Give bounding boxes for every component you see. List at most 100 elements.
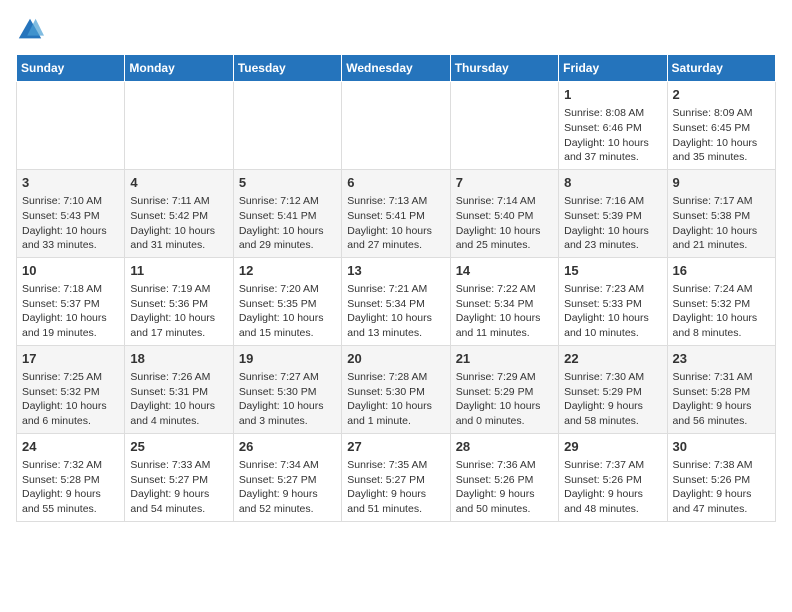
- calendar-cell: 17 Sunrise: 7:25 AMSunset: 5:32 PMDayligh…: [17, 345, 125, 433]
- day-info: Sunrise: 7:13 AMSunset: 5:41 PMDaylight:…: [347, 194, 444, 253]
- calendar-cell: 7Sunrise: 7:14 AMSunset: 5:40 PMDaylight…: [450, 169, 558, 257]
- calendar-cell: 22 Sunrise: 7:30 AMSunset: 5:29 PMDayligh…: [559, 345, 667, 433]
- weekday-row: SundayMondayTuesdayWednesdayThursdayFrid…: [17, 55, 776, 82]
- day-number: 2: [673, 86, 770, 104]
- weekday-header-tuesday: Tuesday: [233, 55, 341, 82]
- calendar-cell: 19Sunrise: 7:27 AMSunset: 5:30 PMDayligh…: [233, 345, 341, 433]
- calendar-cell: 20Sunrise: 7:28 AMSunset: 5:30 PMDayligh…: [342, 345, 450, 433]
- calendar-cell: 5 Sunrise: 7:12 AMSunset: 5:41 PMDaylight…: [233, 169, 341, 257]
- day-info: Sunrise: 7:38 AMSunset: 5:26 PMDaylight:…: [673, 458, 770, 517]
- day-info: Sunrise: 7:35 AMSunset: 5:27 PMDaylight:…: [347, 458, 444, 517]
- weekday-header-thursday: Thursday: [450, 55, 558, 82]
- calendar-cell: 1 Sunrise: 8:08 AMSunset: 6:46 PMDaylight…: [559, 82, 667, 170]
- calendar-cell: 30 Sunrise: 7:38 AMSunset: 5:26 PMDayligh…: [667, 433, 775, 521]
- calendar-week-2: 10 Sunrise: 7:18 AMSunset: 5:37 PMDayligh…: [17, 257, 776, 345]
- day-info: Sunrise: 7:16 AMSunset: 5:39 PMDaylight:…: [564, 194, 661, 253]
- calendar-cell: 12 Sunrise: 7:20 AMSunset: 5:35 PMDayligh…: [233, 257, 341, 345]
- day-number: 23: [673, 350, 770, 368]
- calendar-cell: 18 Sunrise: 7:26 AMSunset: 5:31 PMDayligh…: [125, 345, 233, 433]
- calendar-cell: 14 Sunrise: 7:22 AMSunset: 5:34 PMDayligh…: [450, 257, 558, 345]
- day-number: 14: [456, 262, 553, 280]
- calendar-cell: 4Sunrise: 7:11 AMSunset: 5:42 PMDaylight…: [125, 169, 233, 257]
- day-number: 15: [564, 262, 661, 280]
- day-info: Sunrise: 7:30 AMSunset: 5:29 PMDaylight:…: [564, 370, 661, 429]
- day-number: 25: [130, 438, 227, 456]
- day-info: Sunrise: 7:22 AMSunset: 5:34 PMDaylight:…: [456, 282, 553, 341]
- day-number: 22: [564, 350, 661, 368]
- day-info: Sunrise: 7:12 AMSunset: 5:41 PMDaylight:…: [239, 194, 336, 253]
- calendar-cell: 16 Sunrise: 7:24 AMSunset: 5:32 PMDayligh…: [667, 257, 775, 345]
- day-info: Sunrise: 7:18 AMSunset: 5:37 PMDaylight:…: [22, 282, 119, 341]
- weekday-header-friday: Friday: [559, 55, 667, 82]
- calendar-header: SundayMondayTuesdayWednesdayThursdayFrid…: [17, 55, 776, 82]
- day-number: 16: [673, 262, 770, 280]
- calendar: SundayMondayTuesdayWednesdayThursdayFrid…: [16, 54, 776, 522]
- day-number: 26: [239, 438, 336, 456]
- calendar-cell: 11 Sunrise: 7:19 AMSunset: 5:36 PMDayligh…: [125, 257, 233, 345]
- day-info: Sunrise: 8:09 AMSunset: 6:45 PMDaylight:…: [673, 106, 770, 165]
- day-number: 7: [456, 174, 553, 192]
- day-info: Sunrise: 7:20 AMSunset: 5:35 PMDaylight:…: [239, 282, 336, 341]
- day-number: 9: [673, 174, 770, 192]
- day-info: Sunrise: 7:29 AMSunset: 5:29 PMDaylight:…: [456, 370, 553, 429]
- day-info: Sunrise: 7:24 AMSunset: 5:32 PMDaylight:…: [673, 282, 770, 341]
- calendar-cell: 9Sunrise: 7:17 AMSunset: 5:38 PMDaylight…: [667, 169, 775, 257]
- calendar-cell: [233, 82, 341, 170]
- day-number: 30: [673, 438, 770, 456]
- day-number: 17: [22, 350, 119, 368]
- calendar-cell: 24 Sunrise: 7:32 AMSunset: 5:28 PMDayligh…: [17, 433, 125, 521]
- header: [16, 16, 776, 44]
- weekday-header-wednesday: Wednesday: [342, 55, 450, 82]
- calendar-week-1: 3 Sunrise: 7:10 AMSunset: 5:43 PMDaylight…: [17, 169, 776, 257]
- calendar-cell: 10 Sunrise: 7:18 AMSunset: 5:37 PMDayligh…: [17, 257, 125, 345]
- calendar-cell: [17, 82, 125, 170]
- calendar-cell: 3 Sunrise: 7:10 AMSunset: 5:43 PMDaylight…: [17, 169, 125, 257]
- day-number: 1: [564, 86, 661, 104]
- day-number: 6: [347, 174, 444, 192]
- weekday-header-monday: Monday: [125, 55, 233, 82]
- day-number: 18: [130, 350, 227, 368]
- day-number: 5: [239, 174, 336, 192]
- calendar-cell: 25 Sunrise: 7:33 AMSunset: 5:27 PMDayligh…: [125, 433, 233, 521]
- calendar-cell: 23 Sunrise: 7:31 AMSunset: 5:28 PMDayligh…: [667, 345, 775, 433]
- calendar-body: 1 Sunrise: 8:08 AMSunset: 6:46 PMDaylight…: [17, 82, 776, 522]
- day-info: Sunrise: 7:25 AMSunset: 5:32 PMDaylight:…: [22, 370, 119, 429]
- day-info: Sunrise: 7:33 AMSunset: 5:27 PMDaylight:…: [130, 458, 227, 517]
- day-number: 8: [564, 174, 661, 192]
- day-number: 20: [347, 350, 444, 368]
- calendar-cell: 27 Sunrise: 7:35 AMSunset: 5:27 PMDayligh…: [342, 433, 450, 521]
- logo: [16, 16, 48, 44]
- day-number: 12: [239, 262, 336, 280]
- day-info: Sunrise: 7:34 AMSunset: 5:27 PMDaylight:…: [239, 458, 336, 517]
- day-info: Sunrise: 8:08 AMSunset: 6:46 PMDaylight:…: [564, 106, 661, 165]
- calendar-week-4: 24 Sunrise: 7:32 AMSunset: 5:28 PMDayligh…: [17, 433, 776, 521]
- day-info: Sunrise: 7:23 AMSunset: 5:33 PMDaylight:…: [564, 282, 661, 341]
- calendar-cell: 15 Sunrise: 7:23 AMSunset: 5:33 PMDayligh…: [559, 257, 667, 345]
- day-info: Sunrise: 7:19 AMSunset: 5:36 PMDaylight:…: [130, 282, 227, 341]
- day-number: 10: [22, 262, 119, 280]
- day-info: Sunrise: 7:37 AMSunset: 5:26 PMDaylight:…: [564, 458, 661, 517]
- logo-icon: [16, 16, 44, 44]
- day-info: Sunrise: 7:11 AMSunset: 5:42 PMDaylight:…: [130, 194, 227, 253]
- calendar-cell: 29Sunrise: 7:37 AMSunset: 5:26 PMDayligh…: [559, 433, 667, 521]
- day-number: 19: [239, 350, 336, 368]
- day-number: 27: [347, 438, 444, 456]
- day-number: 11: [130, 262, 227, 280]
- calendar-cell: [125, 82, 233, 170]
- calendar-cell: 26 Sunrise: 7:34 AMSunset: 5:27 PMDayligh…: [233, 433, 341, 521]
- calendar-cell: [342, 82, 450, 170]
- day-number: 24: [22, 438, 119, 456]
- weekday-header-saturday: Saturday: [667, 55, 775, 82]
- calendar-cell: 21Sunrise: 7:29 AMSunset: 5:29 PMDayligh…: [450, 345, 558, 433]
- day-number: 28: [456, 438, 553, 456]
- day-info: Sunrise: 7:36 AMSunset: 5:26 PMDaylight:…: [456, 458, 553, 517]
- day-info: Sunrise: 7:10 AMSunset: 5:43 PMDaylight:…: [22, 194, 119, 253]
- day-info: Sunrise: 7:21 AMSunset: 5:34 PMDaylight:…: [347, 282, 444, 341]
- calendar-cell: 8 Sunrise: 7:16 AMSunset: 5:39 PMDaylight…: [559, 169, 667, 257]
- calendar-cell: 28 Sunrise: 7:36 AMSunset: 5:26 PMDayligh…: [450, 433, 558, 521]
- calendar-cell: 2 Sunrise: 8:09 AMSunset: 6:45 PMDaylight…: [667, 82, 775, 170]
- day-info: Sunrise: 7:26 AMSunset: 5:31 PMDaylight:…: [130, 370, 227, 429]
- day-number: 3: [22, 174, 119, 192]
- day-info: Sunrise: 7:32 AMSunset: 5:28 PMDaylight:…: [22, 458, 119, 517]
- day-info: Sunrise: 7:31 AMSunset: 5:28 PMDaylight:…: [673, 370, 770, 429]
